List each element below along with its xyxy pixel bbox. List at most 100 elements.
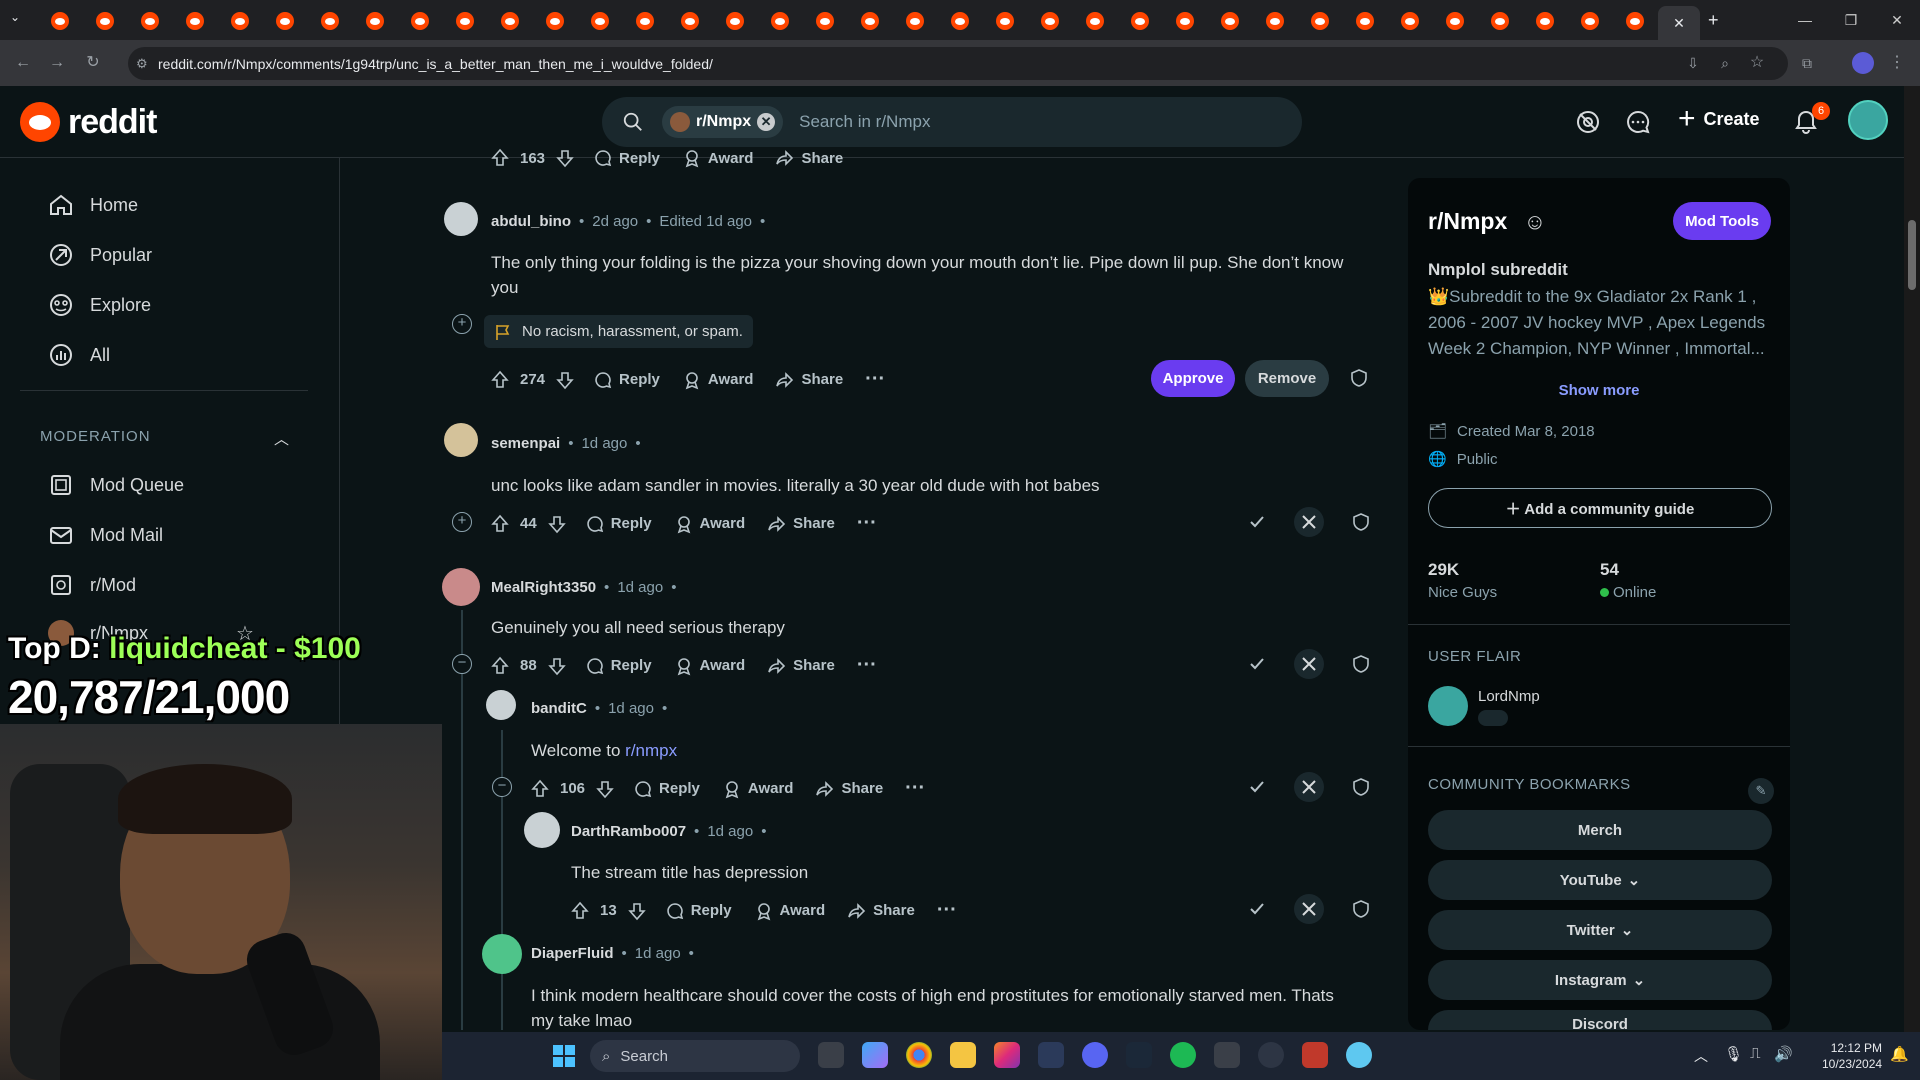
- remove-x-icon[interactable]: [1294, 894, 1324, 924]
- add-avatar-icon[interactable]: ☺: [1524, 209, 1546, 234]
- upvote-icon[interactable]: [530, 779, 550, 799]
- more-options-icon[interactable]: ···: [865, 368, 885, 391]
- award-button[interactable]: Award: [674, 656, 745, 676]
- more-options-icon[interactable]: ···: [905, 777, 925, 800]
- task-view-icon[interactable]: [818, 1042, 844, 1068]
- approve-button[interactable]: Approve: [1151, 360, 1235, 397]
- award-button[interactable]: Award: [754, 901, 825, 921]
- username[interactable]: abdul_bino: [491, 213, 571, 230]
- volume-icon[interactable]: 🔊: [1774, 1045, 1793, 1063]
- mod-tools-button[interactable]: Mod Tools: [1673, 202, 1771, 240]
- copilot-icon[interactable]: [862, 1042, 888, 1068]
- bookmark-instagram[interactable]: Instagram ⌄: [1428, 960, 1772, 1000]
- remove-x-icon[interactable]: [1294, 772, 1324, 802]
- extensions-icon[interactable]: ⧉: [1796, 52, 1818, 74]
- page-scrollbar[interactable]: [1904, 86, 1920, 1032]
- expand-thread-icon[interactable]: +: [452, 314, 472, 334]
- award-button[interactable]: Award: [722, 779, 793, 799]
- share-button[interactable]: Share: [767, 514, 835, 534]
- reply-button[interactable]: Reply: [665, 901, 732, 921]
- share-button[interactable]: Share: [767, 656, 835, 676]
- bookmark-star-icon[interactable]: ☆: [1746, 52, 1768, 74]
- downvote-icon[interactable]: [555, 370, 575, 390]
- avatar[interactable]: [444, 423, 478, 457]
- install-icon[interactable]: ⇩: [1682, 52, 1704, 74]
- downvote-icon[interactable]: [547, 656, 567, 676]
- upvote-icon[interactable]: [490, 514, 510, 534]
- mod-shield-icon[interactable]: [1346, 649, 1376, 679]
- mod-shield-icon[interactable]: [1346, 894, 1376, 924]
- upvote-icon[interactable]: [490, 148, 510, 168]
- browser-menu-icon[interactable]: ⋮: [1886, 52, 1908, 74]
- avatar[interactable]: [524, 812, 560, 848]
- expand-thread-icon[interactable]: +: [452, 512, 472, 532]
- collapse-thread-icon[interactable]: −: [492, 777, 512, 797]
- microphone-icon[interactable]: 🎙: [1724, 1045, 1743, 1063]
- instagram-icon[interactable]: [994, 1042, 1020, 1068]
- downvote-icon[interactable]: [555, 148, 575, 168]
- username[interactable]: semenpai: [491, 435, 560, 452]
- browser-tab[interactable]: [1435, 8, 1475, 34]
- award-button[interactable]: Award: [674, 514, 745, 534]
- more-options-icon[interactable]: ···: [857, 512, 877, 535]
- mod-shield-icon[interactable]: [1346, 772, 1376, 802]
- downvote-icon[interactable]: [627, 901, 647, 921]
- show-more-link[interactable]: Show more: [1408, 382, 1790, 399]
- reply-button[interactable]: Reply: [585, 514, 652, 534]
- username[interactable]: DarthRambo007: [571, 823, 686, 840]
- obs-icon[interactable]: [1258, 1042, 1284, 1068]
- approve-check-icon[interactable]: [1242, 894, 1272, 924]
- browser-tab[interactable]: [1570, 8, 1610, 34]
- windows-start-icon[interactable]: [552, 1044, 576, 1068]
- approve-check-icon[interactable]: [1242, 649, 1272, 679]
- share-button[interactable]: Share: [775, 148, 843, 168]
- remove-x-icon[interactable]: [1294, 649, 1324, 679]
- file-explorer-icon[interactable]: [950, 1042, 976, 1068]
- chat-icon[interactable]: [1624, 108, 1652, 136]
- edit-pencil-icon[interactable]: ✎: [1748, 778, 1774, 804]
- tray-chevron-icon[interactable]: ︿: [1694, 1046, 1708, 1066]
- reply-button[interactable]: Reply: [633, 779, 700, 799]
- remove-x-icon[interactable]: [1294, 507, 1324, 537]
- network-icon[interactable]: ⎍: [1750, 1045, 1761, 1062]
- flair-username[interactable]: LordNmp: [1478, 688, 1540, 705]
- close-window-icon[interactable]: ✕: [1874, 0, 1920, 40]
- chrome-icon[interactable]: [906, 1042, 932, 1068]
- upvote-icon[interactable]: [490, 370, 510, 390]
- reply-button[interactable]: Reply: [593, 148, 660, 168]
- bookmark-discord[interactable]: Discord: [1428, 1010, 1772, 1030]
- bookmark-merch[interactable]: Merch: [1428, 810, 1772, 850]
- steam-icon[interactable]: [1126, 1042, 1152, 1068]
- award-button[interactable]: Award: [682, 148, 753, 168]
- terminal-icon[interactable]: [1214, 1042, 1240, 1068]
- maximize-icon[interactable]: ❐: [1828, 0, 1874, 40]
- scrollbar-thumb[interactable]: [1908, 220, 1916, 290]
- bookmark-youtube[interactable]: YouTube ⌄: [1428, 860, 1772, 900]
- thread-line[interactable]: [501, 730, 503, 1030]
- subreddit-link[interactable]: r/nmpx: [625, 741, 677, 760]
- app-icon-2[interactable]: [1346, 1042, 1372, 1068]
- bookmark-twitter[interactable]: Twitter ⌄: [1428, 910, 1772, 950]
- minimize-icon[interactable]: —: [1782, 0, 1828, 40]
- voicemeeter-icon[interactable]: [1302, 1042, 1328, 1068]
- more-options-icon[interactable]: ···: [857, 654, 877, 677]
- discord-icon[interactable]: [1082, 1042, 1108, 1068]
- browser-tab[interactable]: [1615, 8, 1655, 34]
- browser-tab[interactable]: [1480, 8, 1520, 34]
- advertise-icon[interactable]: [1574, 108, 1602, 136]
- flair-avatar[interactable]: [1428, 686, 1468, 726]
- new-tab-icon[interactable]: +: [1708, 10, 1719, 31]
- reply-button[interactable]: Reply: [593, 370, 660, 390]
- add-community-guide-button[interactable]: ＋ Add a community guide: [1428, 488, 1772, 528]
- mod-shield-icon[interactable]: [1344, 363, 1374, 393]
- taskbar-clock[interactable]: 12:12 PM 10/23/2024: [1822, 1040, 1882, 1072]
- upvote-icon[interactable]: [570, 901, 590, 921]
- downvote-icon[interactable]: [595, 779, 615, 799]
- avatar[interactable]: [444, 202, 478, 236]
- approve-check-icon[interactable]: [1242, 507, 1272, 537]
- username[interactable]: MealRight3350: [491, 579, 596, 596]
- share-button[interactable]: Share: [847, 901, 915, 921]
- downvote-icon[interactable]: [547, 514, 567, 534]
- username[interactable]: banditC: [531, 700, 587, 717]
- zoom-icon[interactable]: ⌕: [1714, 52, 1736, 74]
